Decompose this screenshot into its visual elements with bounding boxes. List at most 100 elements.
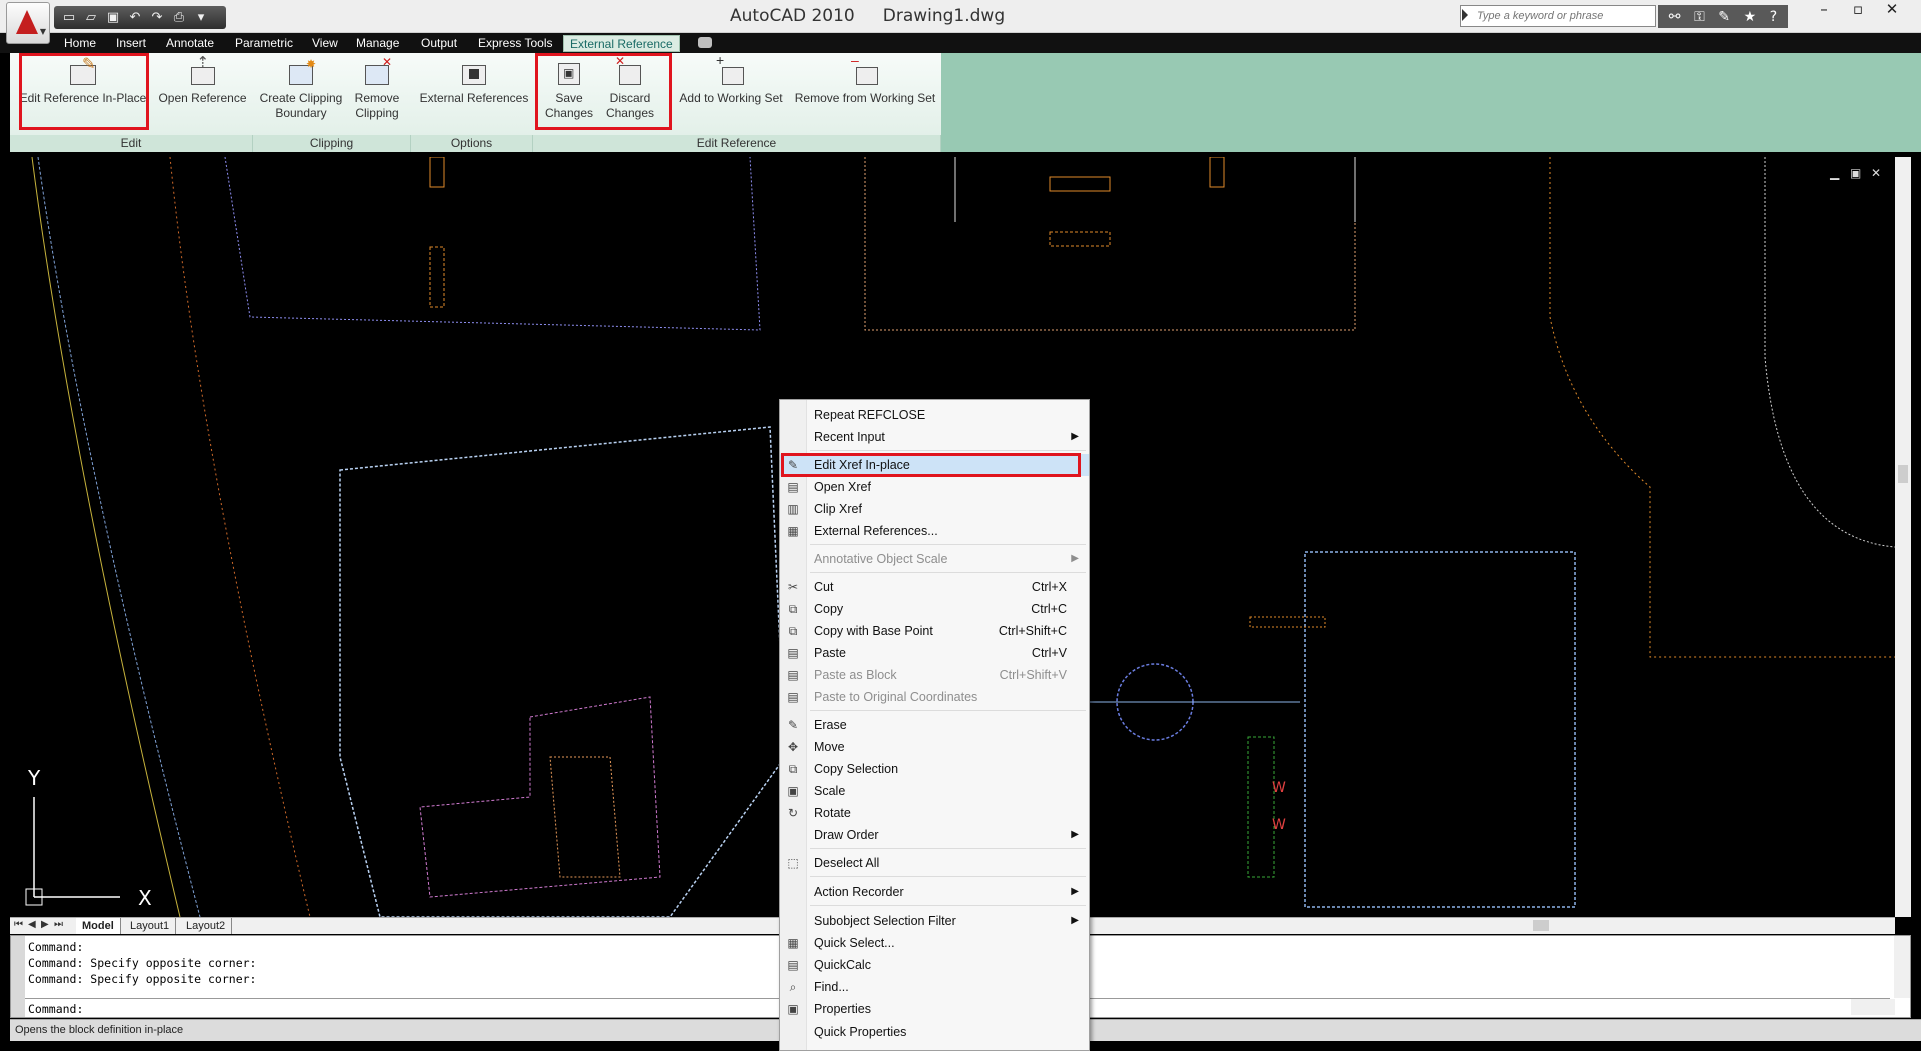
menu-item-repeat-refclose[interactable]: Repeat REFCLOSE <box>780 404 1089 426</box>
selected-xref-building[interactable] <box>339 426 786 917</box>
next-layout-icon[interactable]: ▶ <box>41 919 49 930</box>
tab-home[interactable]: Home <box>64 35 96 52</box>
create-clipping-boundary-button[interactable]: ✸ Create Clipping Boundary <box>258 57 344 121</box>
tab-insert[interactable]: Insert <box>116 35 146 52</box>
first-layout-icon[interactable]: ⏮ <box>14 919 23 930</box>
menu-item-label: Cut <box>814 580 834 594</box>
add-to-working-set-label: Add to Working Set <box>679 91 783 105</box>
move-icon: ✥ <box>787 740 799 754</box>
remove-clipping-icon: ✕ <box>362 55 392 87</box>
tab-annotate[interactable]: Annotate <box>166 35 214 52</box>
communication-icon[interactable]: ✎ <box>1718 9 1730 25</box>
tab-output[interactable]: Output <box>421 35 457 52</box>
menu-shortcut: Ctrl+Shift+V <box>999 668 1067 682</box>
command-prompt[interactable]: Command: <box>28 1002 83 1016</box>
menu-item-recent-input[interactable]: Recent Input ▶ <box>780 426 1089 448</box>
menu-item-quickcalc[interactable]: ▤ QuickCalc <box>780 954 1089 976</box>
add-to-working-set-button[interactable]: + Add to Working Set <box>670 53 792 106</box>
menu-item-draw-order[interactable]: Draw Order ▶ <box>780 824 1089 846</box>
open-reference-button[interactable]: ⇡ Open Reference <box>155 55 250 106</box>
menu-item-quick-properties[interactable]: Quick Properties <box>780 1021 1089 1043</box>
menu-item-subobject-selection-filter[interactable]: Subobject Selection Filter ▶ <box>780 910 1089 932</box>
command-window-grip[interactable] <box>11 936 25 1017</box>
viewport-minimize-icon[interactable]: ▁ <box>1830 166 1839 180</box>
remove-clipping-label-1: Remove <box>354 91 400 105</box>
save-icon[interactable]: ▣ <box>104 9 122 26</box>
horizontal-scroll-thumb[interactable] <box>1533 920 1549 931</box>
menu-item-scale[interactable]: ▣ Scale <box>780 780 1089 802</box>
menu-item-find[interactable]: ⌕ Find... <box>780 976 1089 998</box>
viewport-close-icon[interactable]: ✕ <box>1871 166 1881 180</box>
tab-view[interactable]: View <box>312 35 338 52</box>
minimize-window-icon[interactable]: – <box>1807 0 1841 22</box>
menu-item-copy-with-base-point[interactable]: ⧉ Copy with Base Point Ctrl+Shift+C <box>780 620 1089 642</box>
menu-item-deselect-all[interactable]: ⬚ Deselect All <box>780 852 1089 874</box>
tab-model[interactable]: Model <box>76 918 121 934</box>
horizontal-scrollbar[interactable] <box>1263 919 1893 932</box>
restore-window-icon[interactable]: ▫ <box>1841 0 1875 22</box>
menu-item-quick-select[interactable]: ▦ Quick Select... <box>780 932 1089 954</box>
menu-item-action-recorder[interactable]: Action Recorder ▶ <box>780 881 1089 903</box>
rotate-icon: ↻ <box>787 806 799 820</box>
prev-layout-icon[interactable]: ◀ <box>28 919 36 930</box>
ucs-x-label: X <box>138 886 152 910</box>
command-scrollbar[interactable] <box>1894 936 1910 998</box>
menu-shortcut: Ctrl+X <box>1031 580 1067 594</box>
ribbon-minimize-toggle[interactable] <box>698 37 712 48</box>
menu-item-properties[interactable]: ▣ Properties <box>780 998 1089 1020</box>
ribbon-panel: ✎ Edit Reference In-Place ⇡ Open Referen… <box>10 53 1921 152</box>
external-references-icon: ▦ <box>787 524 799 538</box>
command-hscrollbar[interactable] <box>1851 999 1895 1015</box>
save-discard-highlight <box>535 53 672 130</box>
menu-item-copy-selection[interactable]: ⧉ Copy Selection <box>780 758 1089 780</box>
close-window-icon[interactable]: ✕ <box>1875 0 1909 22</box>
undo-icon[interactable]: ↶ <box>126 9 144 26</box>
app-name: AutoCAD 2010 <box>730 6 855 26</box>
help-icon[interactable]: ? <box>1770 9 1777 25</box>
menu-item-erase[interactable]: ✎ Erase <box>780 714 1089 736</box>
menu-item-rotate[interactable]: ↻ Rotate <box>780 802 1089 824</box>
search-expand-icon[interactable] <box>1462 9 1468 21</box>
vertical-scrollbar[interactable] <box>1895 157 1911 917</box>
redo-icon[interactable]: ↷ <box>148 9 166 26</box>
remove-clipping-button[interactable]: ✕ Remove Clipping <box>346 55 408 121</box>
submenu-arrow-icon: ▶ <box>1071 886 1079 897</box>
tab-layout2[interactable]: Layout2 <box>180 918 233 934</box>
plot-icon[interactable]: ⎙ <box>170 9 188 26</box>
tab-express-tools[interactable]: Express Tools <box>478 35 552 52</box>
external-references-button[interactable]: External References <box>415 57 533 106</box>
menu-item-paste[interactable]: ▤ Paste Ctrl+V <box>780 642 1089 664</box>
tab-manage[interactable]: Manage <box>356 35 399 52</box>
application-menu-button[interactable]: ▼ <box>6 2 50 44</box>
menu-item-move[interactable]: ✥ Move <box>780 736 1089 758</box>
tab-parametric[interactable]: Parametric <box>235 35 293 52</box>
menu-item-label: Annotative Object Scale <box>814 552 948 566</box>
menu-item-open-xref[interactable]: ▤ Open Xref <box>780 476 1089 498</box>
tab-external-reference[interactable]: External Reference <box>563 35 680 52</box>
last-layout-icon[interactable]: ⏭ <box>54 919 63 930</box>
new-file-icon[interactable]: ▭ <box>60 9 78 26</box>
stair-outline <box>419 696 661 898</box>
subscription-key-icon[interactable]: ⚿ <box>1694 9 1705 25</box>
property-line <box>169 157 311 917</box>
vertical-scroll-thumb[interactable] <box>1898 465 1908 483</box>
title-bar: ▼ ▭ ▱ ▣ ↶ ↷ ⎙ ▾ AutoCAD 2010 Drawing1.dwg… <box>0 0 1921 44</box>
scale-icon: ▣ <box>787 784 799 798</box>
open-file-icon[interactable]: ▱ <box>82 9 100 26</box>
viewport-restore-icon[interactable]: ▣ <box>1850 166 1861 180</box>
edit-in-place-highlight <box>19 53 149 130</box>
document-name: Drawing1.dwg <box>882 6 1006 26</box>
column-rect-4 <box>1049 231 1111 247</box>
menu-item-cut[interactable]: ✂ Cut Ctrl+X <box>780 576 1089 598</box>
favorites-star-icon[interactable]: ★ <box>1744 9 1757 25</box>
qat-dropdown-icon[interactable]: ▾ <box>192 9 210 26</box>
binoculars-icon[interactable]: ⚯ <box>1669 9 1681 25</box>
search-input[interactable] <box>1475 7 1650 25</box>
menu-item-copy[interactable]: ⧉ Copy Ctrl+C <box>780 598 1089 620</box>
copy-selection-icon: ⧉ <box>788 762 798 776</box>
remove-from-working-set-button[interactable]: – Remove from Working Set <box>790 53 940 106</box>
tab-layout1[interactable]: Layout1 <box>124 918 177 934</box>
menu-item-clip-xref[interactable]: ▥ Clip Xref <box>780 498 1089 520</box>
menu-item-label: Repeat REFCLOSE <box>814 408 926 422</box>
menu-item-external-references[interactable]: ▦ External References... <box>780 520 1089 542</box>
